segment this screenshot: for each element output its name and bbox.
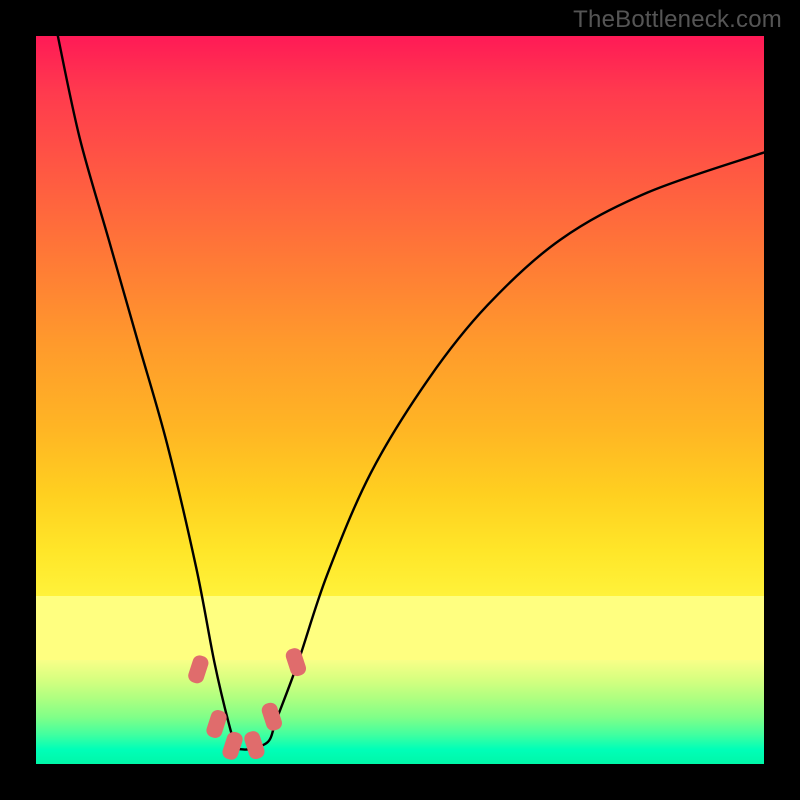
- curve-marker: [186, 654, 210, 686]
- curve-marker: [221, 730, 245, 762]
- chart-frame: TheBottleneck.com: [0, 0, 800, 800]
- curve-marker: [242, 729, 266, 761]
- curve-marker: [260, 701, 284, 733]
- chart-svg: [36, 36, 764, 764]
- watermark-text: TheBottleneck.com: [573, 6, 782, 34]
- curve-line: [58, 36, 764, 750]
- plot-area: [36, 36, 764, 764]
- curve-marker: [284, 646, 308, 678]
- curve-markers: [186, 646, 307, 761]
